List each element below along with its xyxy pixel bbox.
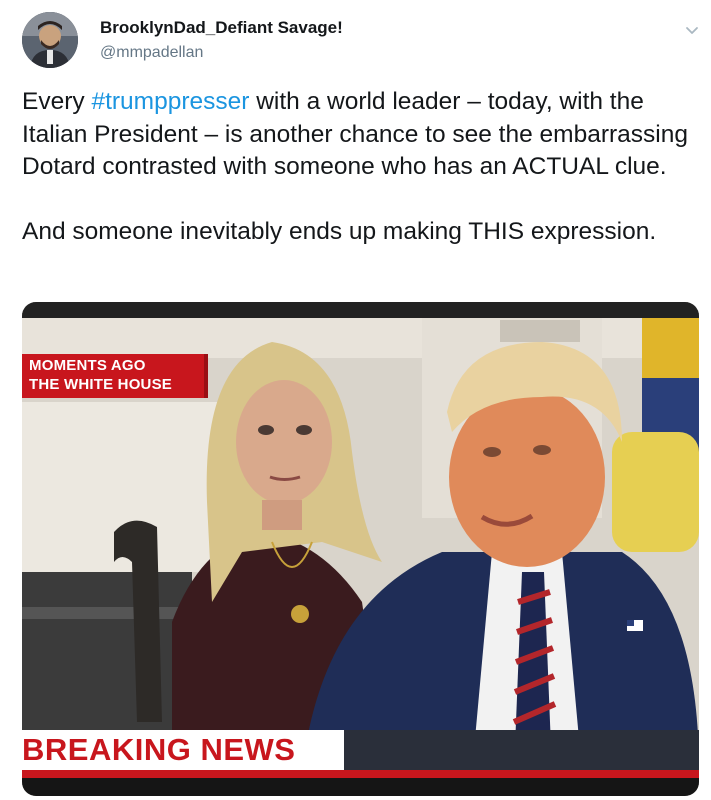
author-handle[interactable]: @mmpadellan xyxy=(100,43,343,63)
avatar[interactable] xyxy=(22,12,78,68)
breaking-news-bar: BREAKING NEWS xyxy=(22,730,699,778)
author-names: BrooklynDad_Defiant Savage! @mmpadellan xyxy=(100,18,343,63)
tweet-paragraph-2: And someone inevitably ends up making TH… xyxy=(22,217,657,245)
breaking-bar-background xyxy=(344,730,699,770)
breaking-news-label: BREAKING NEWS xyxy=(22,730,344,770)
chyron-line-1: MOMENTS AGO xyxy=(29,357,146,374)
tweet-text-start: Every xyxy=(22,88,92,115)
breaking-bar-red-strip xyxy=(22,770,699,778)
tweet-header: BrooklynDad_Defiant Savage! @mmpadellan xyxy=(22,12,702,70)
chyron-line-2: THE WHITE HOUSE xyxy=(29,376,173,393)
avatar-image xyxy=(22,12,78,68)
news-chyron: MOMENTS AGO THE WHITE HOUSE xyxy=(22,354,208,398)
author-display-name[interactable]: BrooklynDad_Defiant Savage! xyxy=(100,18,343,38)
tweet-paragraph-1: Every #trumppresser with a world leader … xyxy=(22,86,702,184)
tweet-media-image[interactable]: MOMENTS AGO THE WHITE HOUSE BREAKING NEW… xyxy=(22,302,699,796)
tweet-card: BrooklynDad_Defiant Savage! @mmpadellan … xyxy=(0,0,711,800)
hashtag-link[interactable]: #trumppresser xyxy=(91,88,249,115)
tweet-text: Every #trumppresser with a world leader … xyxy=(22,86,702,248)
chevron-down-icon[interactable] xyxy=(682,20,702,40)
